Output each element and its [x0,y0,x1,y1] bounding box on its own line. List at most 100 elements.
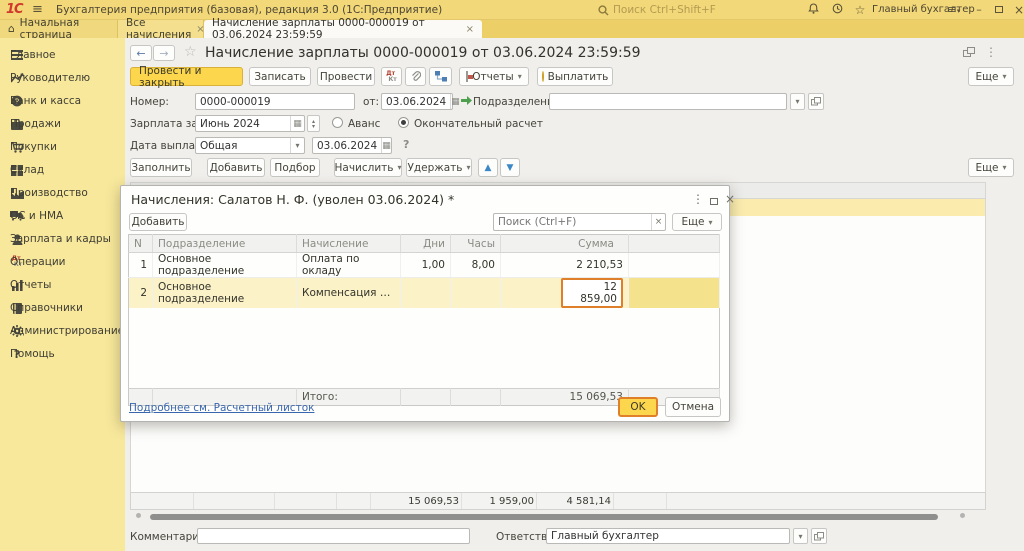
back-arrow-icon: ← [136,47,145,60]
dialog-more-button[interactable]: Еще▾ [672,213,722,231]
favorite-star-icon[interactable]: ☆ [184,44,197,60]
advance-radio[interactable] [332,117,343,128]
department-input[interactable] [549,93,787,110]
table-header-row: N Подразделение Начисление Дни Часы Сумм… [129,235,720,253]
coin-icon [542,71,544,82]
pay-date-input[interactable]: 03.06.2024▦ [312,137,392,154]
horizontal-scrollbar[interactable] [150,514,938,520]
nav-back-button[interactable]: ← [130,45,152,61]
cancel-button[interactable]: Отмена [665,397,721,417]
table-empty-area[interactable] [129,308,720,388]
move-up-button[interactable]: ▲ [478,158,498,177]
col-hours[interactable]: Часы [451,235,501,253]
comment-input[interactable] [197,528,470,544]
pick-button[interactable]: Подбор [270,158,320,177]
move-up-icon: ▲ [485,163,492,173]
dialog-close-icon[interactable]: × [723,192,737,206]
sidebar-item-main[interactable]: Главное [0,44,125,66]
history-icon[interactable] [828,3,846,17]
sidebar-item-help[interactable]: ?Помощь [0,343,125,365]
department-dropdown-button[interactable]: ▾ [790,93,805,110]
sidebar-item-directories[interactable]: Справочники [0,297,125,319]
favorites-star-icon[interactable]: ☆ [851,3,869,17]
dialog-search-input[interactable]: × [493,213,666,231]
notifications-bell-icon[interactable] [804,3,822,17]
col-department[interactable]: Подразделение [153,235,297,253]
pay-date-mode-select[interactable]: Общая▾ [195,137,305,154]
col-days[interactable]: Дни [401,235,451,253]
total-withheld: 4 581,14 [541,496,611,507]
scroll-right-icon[interactable] [960,513,965,518]
tab-close-icon[interactable]: × [466,24,474,35]
related-documents-button[interactable] [429,67,452,86]
add-row-button[interactable]: Добавить [207,158,265,177]
col-n[interactable]: N [129,235,153,253]
close-window-button[interactable]: × [1010,3,1024,17]
move-down-button[interactable]: ▼ [500,158,520,177]
sidebar-item-bank-cash[interactable]: PБанк и касса [0,90,125,112]
doc-date-input[interactable]: 03.06.2024▦ [381,93,453,110]
sidebar-item-salary-hr[interactable]: Зарплата и кадры [0,228,125,250]
month-stepper[interactable]: ▴▾ [307,115,320,132]
sidebar-item-manager[interactable]: Руководителю [0,67,125,89]
tab-home-page[interactable]: ⌂ Начальная страница [0,20,118,38]
tab-salary-accrual-active[interactable]: Начисление зарплаты 0000-000019 от 03.06… [204,20,482,38]
main-menu-icon[interactable]: ≡ [32,2,43,17]
ok-button[interactable]: OK [618,397,658,417]
col-accrual[interactable]: Начисление [297,235,401,253]
doc-more-dots-icon[interactable]: ⋮ [985,45,997,59]
dialog-search-field[interactable] [494,216,651,228]
sidebar-item-reports[interactable]: Отчеты [0,274,125,296]
sidebar-item-administration[interactable]: Администрирование [0,320,125,342]
payslip-link[interactable]: Подробнее см. Расчетный листок [129,402,314,414]
pay-button[interactable]: Выплатить [537,67,613,86]
col-sum[interactable]: Сумма [501,235,629,253]
tab-all-accruals[interactable]: Все начисления × [118,20,204,38]
responsible-open-button[interactable] [811,528,827,544]
post-and-close-button[interactable]: Провести и закрыть [130,67,243,86]
link-icon[interactable] [963,47,975,61]
salary-month-input[interactable]: Июнь 2024▦ [195,115,305,132]
attachments-button[interactable] [405,67,426,86]
sidebar-item-production[interactable]: Производство [0,182,125,204]
responsible-dropdown-button[interactable]: ▾ [793,528,808,544]
final-calc-radio[interactable] [398,117,409,128]
table-row-selected[interactable]: 2 Основное подразделение Компенсация отп… [129,278,720,309]
restore-button[interactable] [990,3,1008,17]
dialog-maximize-icon[interactable] [707,194,721,208]
doc-more-button[interactable]: Еще▾ [968,67,1014,86]
calendar-icon[interactable]: ▦ [450,94,460,109]
nav-forward-button[interactable]: → [153,45,175,61]
dialog-add-button[interactable]: Добавить [129,213,187,231]
responsible-input[interactable]: Главный бухгалтер [546,528,790,544]
global-search[interactable]: Поиск Ctrl+Shift+F [598,2,796,18]
save-button[interactable]: Записать [249,67,311,86]
sum-cell-editor[interactable]: 12 859,00 [561,278,623,308]
table-row[interactable]: 1 Основное подразделение Оплата по оклад… [129,253,720,278]
minimize-button[interactable]: – [970,3,988,17]
dialog-more-dots-icon[interactable]: ⋮ [691,192,705,206]
scroll-left-icon[interactable] [136,513,141,518]
sidebar-item-operations[interactable]: Дт КтОперации [0,251,125,273]
dt-kt-postings-button[interactable]: Дт Кт [381,67,402,86]
sidebar-item-purchases[interactable]: Покупки [0,136,125,158]
fill-button[interactable]: Заполнить [130,158,192,177]
table-more-button[interactable]: Еще▾ [968,158,1014,177]
department-open-button[interactable] [808,93,824,110]
sidebar-item-fixed-assets[interactable]: ОС и НМА [0,205,125,227]
reports-button[interactable]: Отчеты▾ [459,67,529,86]
service-menu-icon[interactable]: ≡▾ [945,3,963,17]
final-calc-radio-label[interactable]: Окончательный расчет [414,118,543,130]
calendar-icon[interactable]: ▦ [290,116,304,131]
help-icon[interactable]: ? [403,138,409,151]
accrue-button[interactable]: Начислить▾ [334,158,402,177]
set-current-date-icon[interactable] [460,94,473,109]
sidebar-item-sales[interactable]: Продажи [0,113,125,135]
number-input[interactable] [195,93,355,110]
sidebar-item-warehouse[interactable]: Склад [0,159,125,181]
calendar-icon[interactable]: ▦ [381,138,391,153]
withhold-button[interactable]: Удержать▾ [406,158,472,177]
post-button[interactable]: Провести [317,67,375,86]
clear-search-icon[interactable]: × [651,214,665,230]
advance-radio-label[interactable]: Аванс [348,118,380,130]
